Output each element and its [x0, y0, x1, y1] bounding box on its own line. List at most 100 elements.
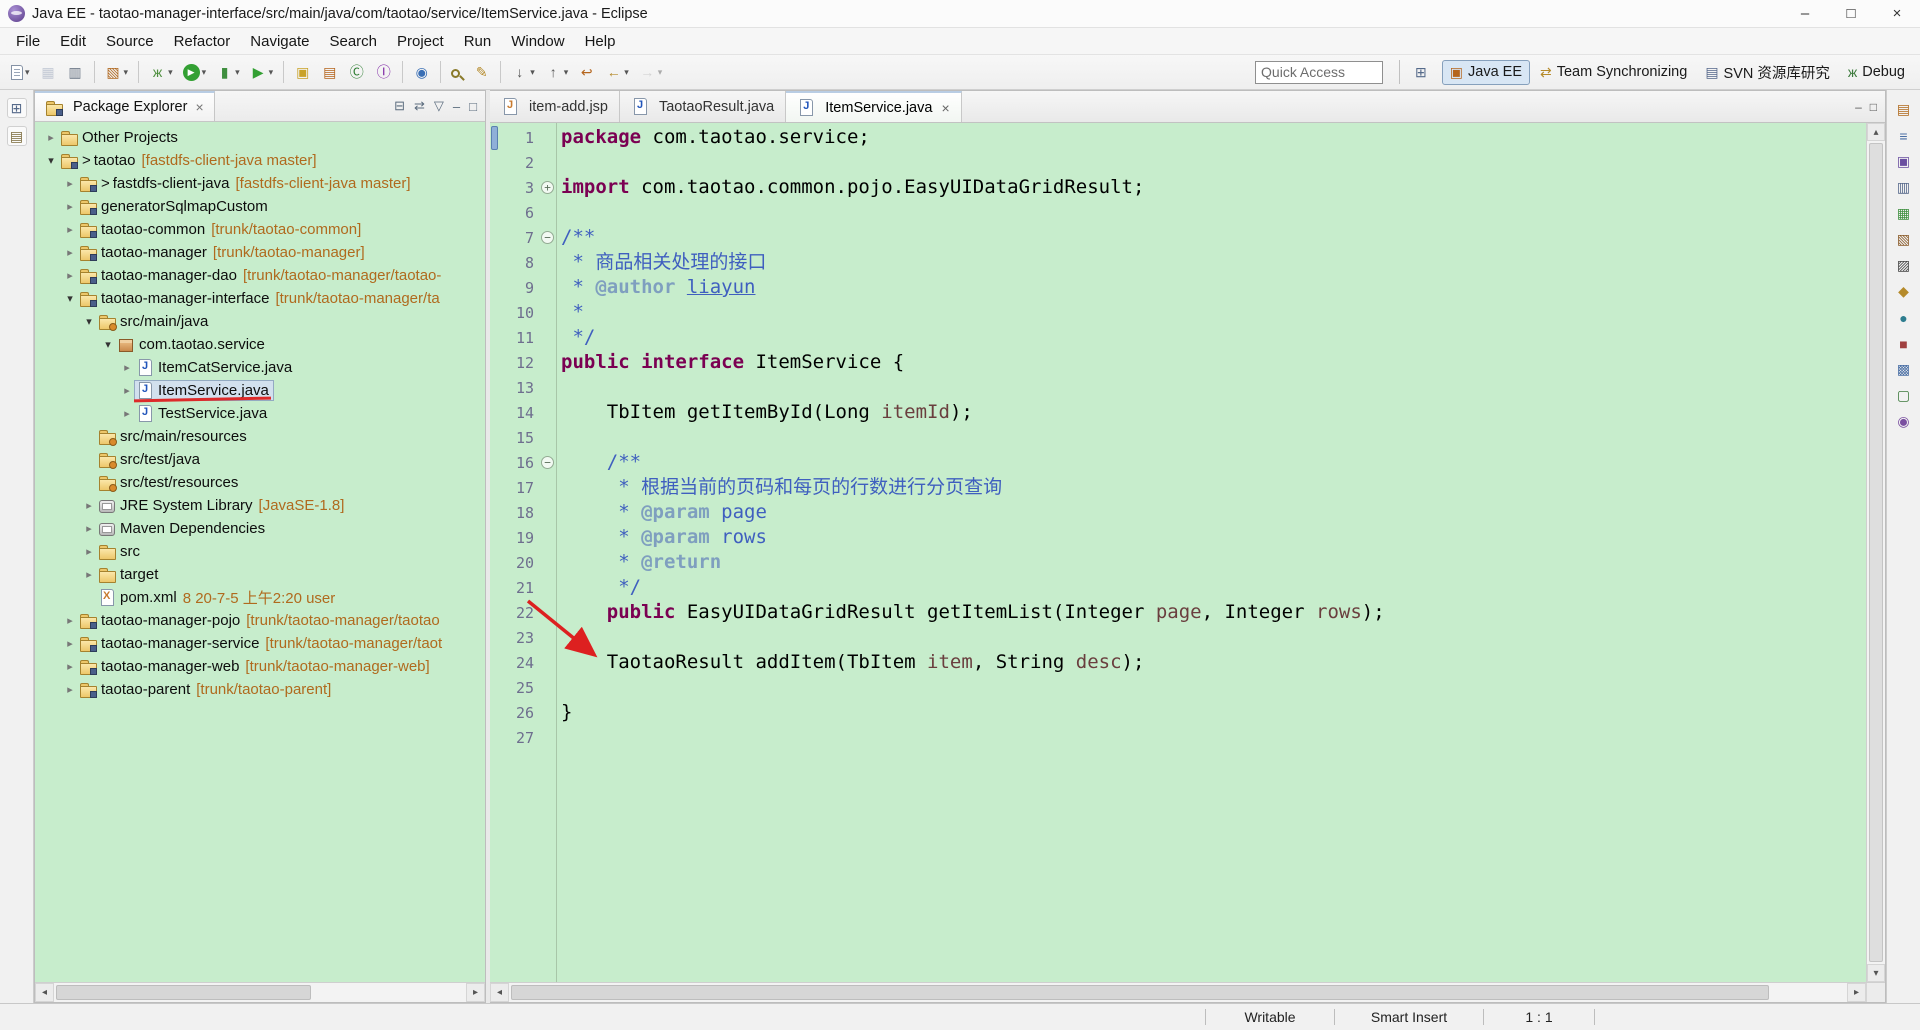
menu-navigate[interactable]: Navigate: [240, 30, 319, 53]
tree-item-taotao-manager-web[interactable]: ▸ taotao-manager-web [trunk/taotao-manager…: [35, 655, 485, 678]
collapse-fold-icon[interactable]: −: [541, 456, 554, 469]
tree-item-maven-dependencies[interactable]: ▸ Maven Dependencies: [35, 517, 485, 540]
tree-item-jre-system-library[interactable]: ▸ JRE System Library [JavaSE-1.8]: [35, 494, 485, 517]
view-menu-icon[interactable]: ▽: [434, 98, 444, 114]
code-line[interactable]: 24 TaotaoResult addItem(TbItem item, Str…: [499, 650, 1866, 675]
collapse-arrow-icon[interactable]: ▾: [81, 315, 97, 328]
explorer-horizontal-scrollbar[interactable]: ◂ ▸: [35, 982, 485, 1002]
code-line[interactable]: 26}: [499, 700, 1866, 725]
editor-vertical-scrollbar[interactable]: ▴ ▾: [1866, 123, 1885, 982]
expand-arrow-icon[interactable]: ▸: [62, 683, 78, 696]
package-explorer-tab[interactable]: Package Explorer ×: [35, 91, 215, 121]
new-class-button[interactable]: Ⓒ: [344, 59, 369, 85]
dropdown-caret-icon[interactable]: ▾: [269, 67, 274, 78]
scrollbar-track[interactable]: [1867, 141, 1885, 964]
new-interface-button[interactable]: Ⓘ: [371, 59, 396, 85]
dropdown-caret-icon[interactable]: ▾: [25, 67, 30, 78]
code-line[interactable]: 14 TbItem getItemById(Long itemId);: [499, 400, 1866, 425]
expand-arrow-icon[interactable]: ▸: [62, 246, 78, 259]
close-view-icon[interactable]: ×: [195, 99, 203, 115]
tree-item-taotao-manager-dao[interactable]: ▸ taotao-manager-dao [trunk/taotao-manager…: [35, 264, 485, 287]
restore-view-icon-1[interactable]: ⊞: [6, 98, 27, 118]
maximize-editor-icon[interactable]: □: [1870, 100, 1877, 114]
expand-arrow-icon[interactable]: ▸: [62, 177, 78, 190]
search-view-icon[interactable]: ◆: [1894, 282, 1913, 301]
expand-arrow-icon[interactable]: ▸: [81, 499, 97, 512]
maximize-view-icon[interactable]: □: [469, 99, 477, 114]
properties-view-icon[interactable]: ▥: [1894, 178, 1913, 197]
collapse-arrow-icon[interactable]: ▾: [100, 338, 116, 351]
menu-help[interactable]: Help: [575, 30, 626, 53]
code-line[interactable]: 3 + import com.taotao.common.pojo.EasyUIDa…: [499, 175, 1866, 200]
scroll-left-icon[interactable]: ◂: [490, 983, 509, 1002]
data-source-explorer-view-icon[interactable]: ▧: [1894, 230, 1913, 249]
tree-item-itemcatservice-java[interactable]: ▸ ItemCatService.java: [35, 356, 485, 379]
menu-refactor[interactable]: Refactor: [164, 30, 241, 53]
minimize-button[interactable]: –: [1782, 0, 1828, 27]
tree-item-src-main-java[interactable]: ▾ src/main/java: [35, 310, 485, 333]
tree-item-generatorsqlmapcustom[interactable]: ▸ generatorSqlmapCustom: [35, 195, 485, 218]
expand-arrow-icon[interactable]: ▸: [119, 407, 135, 420]
tree-item-src-test-java[interactable]: src/test/java: [35, 448, 485, 471]
tree-item-pom-xml[interactable]: pom.xml 8 20-7-5 上午2:20 user: [35, 586, 485, 609]
perspective-svn-button[interactable]: ▤ SVN 资源库研究: [1697, 58, 1838, 87]
expand-arrow-icon[interactable]: ▸: [62, 637, 78, 650]
problems-view-icon[interactable]: ■: [1894, 334, 1913, 353]
code-line[interactable]: 15: [499, 425, 1866, 450]
collapse-arrow-icon[interactable]: ▾: [62, 292, 78, 305]
code-viewport[interactable]: 1 package com.taotao.service; 2 3 + import co…: [490, 123, 1866, 982]
dropdown-caret-icon[interactable]: ▾: [235, 67, 240, 78]
scrollbar-thumb[interactable]: [56, 985, 312, 1000]
tree-item-taotao-parent[interactable]: ▸ taotao-parent [trunk/taotao-parent]: [35, 678, 485, 701]
expand-arrow-icon[interactable]: ▸: [62, 614, 78, 627]
print-button[interactable]: ▥: [63, 59, 88, 85]
scroll-down-icon[interactable]: ▾: [1867, 964, 1885, 982]
snippets-view-icon[interactable]: ▤: [1894, 100, 1913, 119]
menu-file[interactable]: File: [6, 30, 50, 53]
tab-item-add-jsp[interactable]: item-add.jsp: [490, 91, 620, 122]
previous-annotation-button[interactable]: ↑ ▾: [541, 59, 573, 85]
code-line[interactable]: 11 */: [499, 325, 1866, 350]
dropdown-caret-icon[interactable]: ▾: [564, 67, 569, 78]
tree-item-itemservice-java[interactable]: ▸ ItemService.java: [35, 379, 485, 403]
code-line[interactable]: 13: [499, 375, 1866, 400]
back-button[interactable]: ← ▾: [601, 59, 633, 85]
new-web-artifact-button[interactable]: ▧ ▾: [101, 59, 133, 85]
scrollbar-track[interactable]: [509, 983, 1847, 1002]
minimize-editor-icon[interactable]: –: [1855, 100, 1862, 114]
code-line[interactable]: 21 */: [499, 575, 1866, 600]
collapse-all-icon[interactable]: ⊟: [394, 98, 405, 114]
new-wizard-button[interactable]: ▾: [7, 59, 34, 85]
tree-item-target[interactable]: ▸ target: [35, 563, 485, 586]
code-line[interactable]: 8 * 商品相关处理的接口: [499, 250, 1866, 275]
expand-arrow-icon[interactable]: ▸: [119, 361, 135, 374]
menu-run[interactable]: Run: [454, 30, 502, 53]
scroll-left-icon[interactable]: ◂: [35, 983, 54, 1002]
code-line[interactable]: 16− /**: [499, 450, 1866, 475]
close-button[interactable]: ×: [1874, 0, 1920, 27]
tree-item-src[interactable]: ▸ src: [35, 540, 485, 563]
menu-search[interactable]: Search: [319, 30, 387, 53]
code-line[interactable]: 27: [499, 725, 1866, 750]
menu-project[interactable]: Project: [387, 30, 454, 53]
open-perspective-button[interactable]: ⊞: [1407, 60, 1440, 85]
close-tab-icon[interactable]: ×: [941, 100, 949, 116]
collapse-arrow-icon[interactable]: ▾: [43, 154, 59, 167]
expand-arrow-icon[interactable]: ▸: [43, 131, 59, 144]
toggle-mark-occurrences-button[interactable]: ✎: [469, 59, 494, 85]
tree-item-other-projects[interactable]: ▸ Other Projects: [35, 126, 485, 149]
expand-arrow-icon[interactable]: ▸: [62, 223, 78, 236]
dropdown-caret-icon[interactable]: ▾: [202, 67, 207, 78]
external-tools-button[interactable]: ▶ ▾: [246, 59, 278, 85]
new-java-project-button[interactable]: ▣: [290, 59, 315, 85]
expand-arrow-icon[interactable]: ▸: [81, 545, 97, 558]
dropdown-caret-icon[interactable]: ▾: [624, 67, 629, 78]
tree-item-src-main-resources[interactable]: src/main/resources: [35, 425, 485, 448]
next-annotation-button[interactable]: ↓ ▾: [507, 59, 539, 85]
tree-item-taotao-common[interactable]: ▸ taotao-common [trunk/taotao-common]: [35, 218, 485, 241]
tree-item-src-test-resources[interactable]: src/test/resources: [35, 471, 485, 494]
expand-fold-icon[interactable]: +: [541, 181, 554, 194]
menu-source[interactable]: Source: [96, 30, 164, 53]
coverage-button[interactable]: ▮ ▾: [212, 59, 244, 85]
scroll-up-icon[interactable]: ▴: [1867, 123, 1885, 141]
